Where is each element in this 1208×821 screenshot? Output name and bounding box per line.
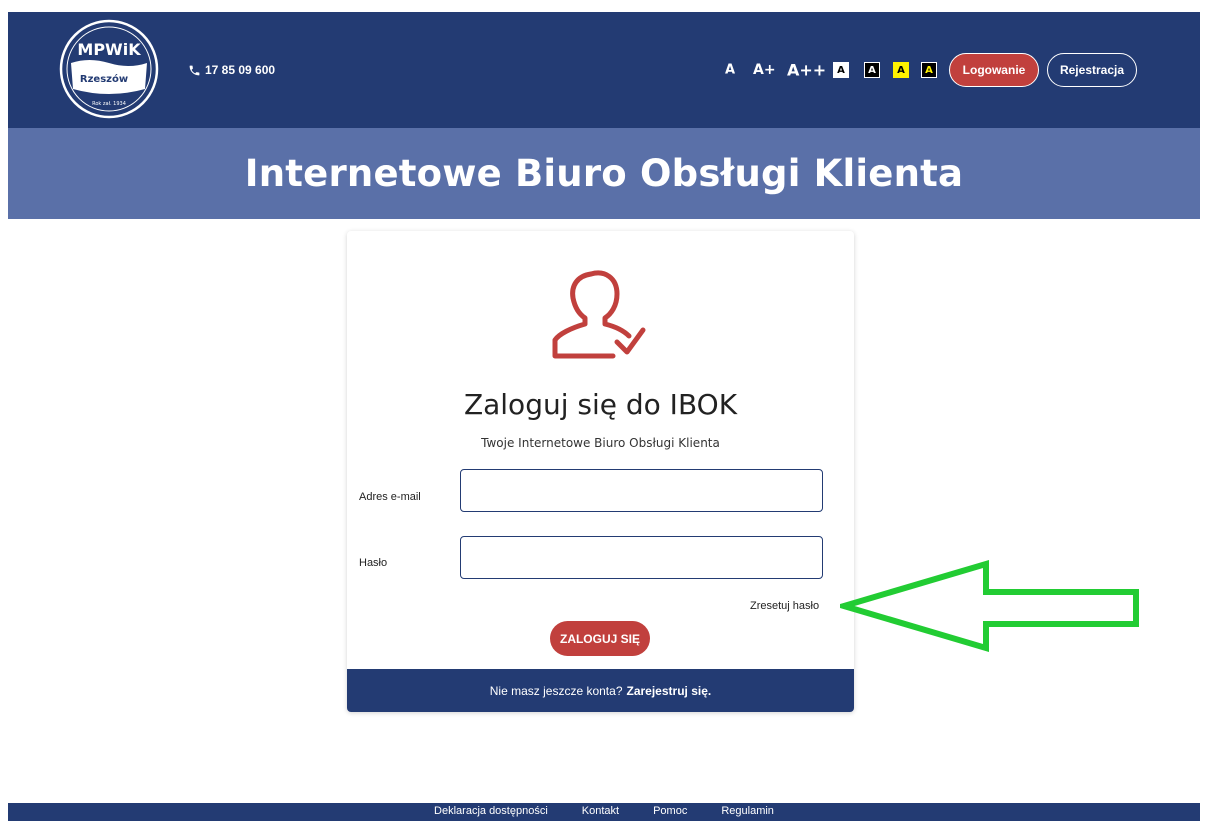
font-size-largest[interactable]: A++ — [787, 61, 826, 80]
page-banner: Internetowe Biuro Obsługi Klienta — [8, 128, 1200, 219]
phone-number[interactable]: 17 85 09 600 — [188, 63, 275, 77]
font-size-larger[interactable]: A+ — [753, 62, 776, 78]
no-account-text: Nie masz jeszcze konta? — [489, 683, 623, 698]
site-header: MPWiK Rzeszów Rok zał. 1934 17 85 09 600… — [8, 12, 1200, 128]
contrast-black-white[interactable]: A — [864, 62, 880, 78]
font-size-normal[interactable]: A — [725, 63, 735, 78]
email-label: Adres e-mail — [359, 491, 421, 503]
login-button[interactable]: Logowanie — [949, 53, 1039, 87]
register-link[interactable]: Zarejestruj się. — [627, 684, 712, 698]
phone-icon — [189, 65, 200, 75]
password-field[interactable] — [460, 536, 823, 579]
reset-password-link[interactable]: Zresetuj hasło — [750, 600, 819, 612]
phone-text: 17 85 09 600 — [205, 63, 276, 77]
user-check-icon — [552, 270, 646, 359]
footer-link-terms[interactable]: Regulamin — [721, 805, 774, 817]
svg-text:Rok zał. 1934: Rok zał. 1934 — [92, 101, 126, 107]
register-button[interactable]: Rejestracja — [1047, 53, 1137, 87]
card-footer: Nie masz jeszcze konta? Zarejestruj się. — [347, 669, 854, 712]
contrast-white-black[interactable]: A — [833, 62, 849, 78]
footer-link-contact[interactable]: Kontakt — [582, 805, 619, 817]
svg-text:MPWiK: MPWiK — [77, 40, 141, 59]
annotation-arrow-icon — [840, 560, 1139, 652]
mpwik-logo[interactable]: MPWiK Rzeszów Rok zał. 1934 — [59, 19, 159, 119]
login-title: Zaloguj się do IBOK — [463, 388, 738, 421]
site-footer: Deklaracja dostępności Kontakt Pomoc Reg… — [8, 803, 1200, 821]
email-field[interactable] — [460, 469, 823, 512]
page-title: Internetowe Biuro Obsługi Klienta — [244, 152, 964, 195]
svg-text:Rzeszów: Rzeszów — [80, 73, 128, 85]
password-label: Hasło — [359, 557, 388, 569]
login-card: Zaloguj się do IBOK Twoje Internetowe Bi… — [347, 231, 854, 712]
footer-link-help[interactable]: Pomoc — [653, 805, 687, 817]
footer-link-accessibility[interactable]: Deklaracja dostępności — [434, 805, 548, 817]
login-submit-button[interactable]: ZALOGUJ SIĘ — [550, 621, 650, 656]
login-subtitle: Twoje Internetowe Biuro Obsługi Klienta — [481, 436, 720, 450]
contrast-black-yellow[interactable]: A — [921, 62, 937, 78]
contrast-yellow-black[interactable]: A — [893, 62, 909, 78]
